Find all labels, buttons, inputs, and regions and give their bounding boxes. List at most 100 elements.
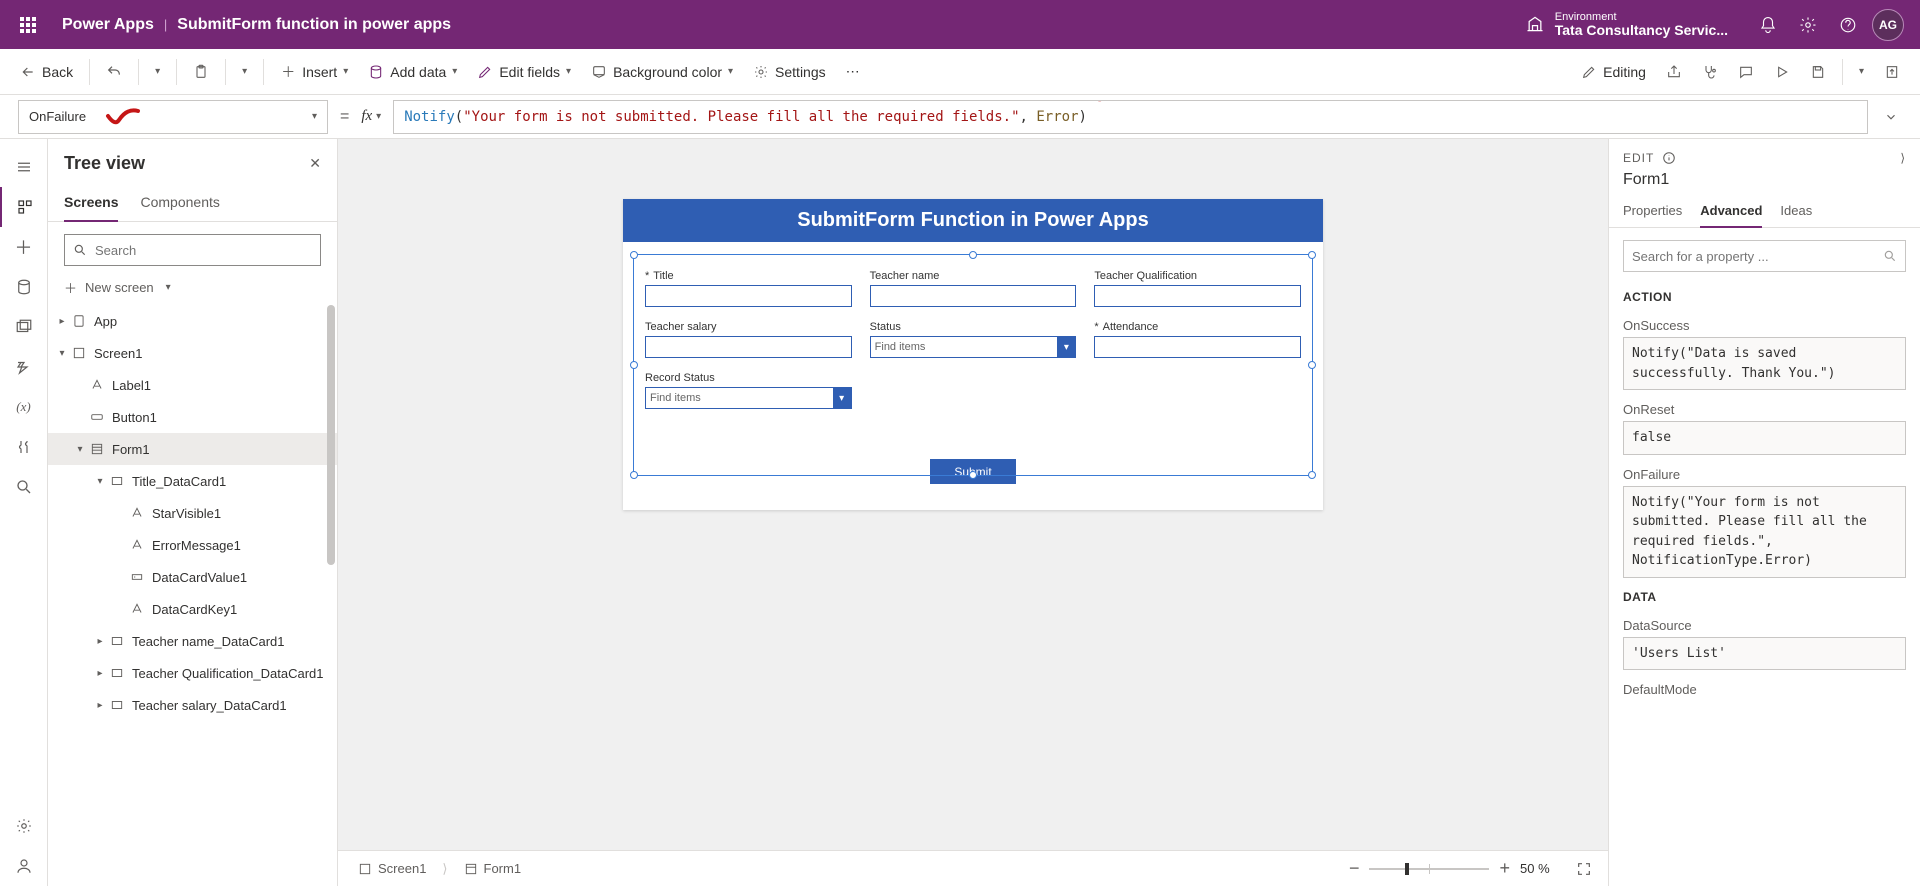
datasource-code[interactable]: 'Users List' — [1623, 637, 1906, 671]
editing-mode[interactable]: Editing — [1573, 58, 1654, 86]
tree-panel: Tree view ✕ Screens Components ＋ New scr… — [48, 139, 338, 886]
expand-icon — [1576, 861, 1592, 877]
zoom-knob[interactable] — [1405, 863, 1409, 875]
rail-tools[interactable] — [0, 427, 48, 467]
rail-variables[interactable]: (x) — [0, 387, 48, 427]
fit-to-screen-button[interactable] — [1572, 857, 1596, 881]
rail-virtual-agent[interactable] — [0, 846, 48, 886]
tree-item-starvisible[interactable]: StarVisible1 — [48, 497, 337, 529]
checker-button[interactable] — [1694, 58, 1726, 86]
rail-settings[interactable] — [0, 806, 48, 846]
new-screen-button[interactable]: ＋ New screen ▾ — [48, 274, 337, 305]
zoom-value: 50 % — [1520, 861, 1562, 876]
formula-enum: Error — [1036, 109, 1078, 125]
canvas-screen[interactable]: SubmitForm Function in Power Apps — [623, 199, 1323, 510]
property-search-input[interactable] — [1632, 249, 1883, 264]
edit-fields-button[interactable]: Edit fields ▾ — [469, 58, 579, 86]
tab-screens[interactable]: Screens — [64, 186, 118, 222]
play-button[interactable] — [1766, 58, 1798, 86]
save-button[interactable] — [1802, 58, 1834, 86]
breadcrumb-screen[interactable]: Screen1 — [350, 857, 434, 880]
tree-item-teacher-sal-dc[interactable]: ▸Teacher salary_DataCard1 — [48, 689, 337, 721]
tree-item-title-datacard[interactable]: ▾Title_DataCard1 — [48, 465, 337, 497]
tree-item-form1[interactable]: ▾Form1 — [48, 433, 337, 465]
resize-handle[interactable] — [630, 471, 638, 479]
undo-button[interactable] — [98, 58, 130, 86]
tab-components[interactable]: Components — [140, 186, 219, 221]
tree-item-app[interactable]: ▸App — [48, 305, 337, 337]
save-dropdown[interactable]: ▾ — [1851, 60, 1872, 83]
comments-button[interactable] — [1730, 58, 1762, 86]
tree-item-teacher-name-dc[interactable]: ▸Teacher name_DataCard1 — [48, 625, 337, 657]
comment-icon — [1738, 64, 1754, 80]
onfailure-code[interactable]: Notify("Your form is not submitted. Plea… — [1623, 486, 1906, 578]
zoom-slider[interactable] — [1369, 868, 1489, 870]
tab-properties[interactable]: Properties — [1623, 197, 1682, 227]
resize-handle[interactable] — [630, 251, 638, 259]
resize-handle[interactable] — [1308, 471, 1316, 479]
resize-handle[interactable] — [1308, 361, 1316, 369]
rail-data[interactable] — [0, 267, 48, 307]
back-button[interactable]: Back — [12, 58, 81, 86]
app-name: Power Apps — [62, 16, 154, 34]
settings-button[interactable]: Settings — [745, 58, 834, 86]
rail-media[interactable] — [0, 307, 48, 347]
zoom-in-button[interactable]: + — [1499, 858, 1510, 879]
resize-handle[interactable] — [1308, 251, 1316, 259]
rail-flows[interactable] — [0, 347, 48, 387]
tab-ideas[interactable]: Ideas — [1780, 197, 1812, 227]
paste-button[interactable] — [185, 58, 217, 86]
settings-icon[interactable] — [1788, 5, 1828, 45]
command-bar: Back ▾ ▾ ＋ Insert ▾ Add data ▾ Edit fiel… — [0, 49, 1920, 95]
properties-panel: EDIT ⟩ Form1 Properties Advanced Ideas A… — [1608, 139, 1920, 886]
paste-dropdown[interactable]: ▾ — [234, 60, 255, 83]
tree-item-teacher-qual-dc[interactable]: ▸Teacher Qualification_DataCard1 — [48, 657, 337, 689]
property-selector[interactable]: OnFailure ▾ — [18, 100, 328, 134]
more-button[interactable]: ⋯ — [838, 57, 868, 86]
tree-item-label1[interactable]: Label1 — [48, 369, 337, 401]
help-icon[interactable] — [1828, 5, 1868, 45]
rail-insert[interactable]: ＋ — [0, 227, 48, 267]
formula-input[interactable]: Notify("Your form is not submitted. Plea… — [393, 100, 1868, 134]
tree-search[interactable] — [64, 234, 321, 266]
rail-hamburger[interactable] — [0, 147, 48, 187]
rail-tree-view[interactable] — [0, 187, 48, 227]
resize-handle[interactable] — [969, 251, 977, 259]
resize-handle[interactable] — [969, 471, 977, 479]
zoom-out-button[interactable]: − — [1349, 858, 1360, 879]
close-icon[interactable]: ✕ — [309, 155, 321, 172]
clipboard-icon — [193, 64, 209, 80]
waffle-icon[interactable] — [12, 9, 44, 41]
tree-search-input[interactable] — [95, 243, 312, 258]
add-data-button[interactable]: Add data ▾ — [360, 58, 465, 86]
notifications-icon[interactable] — [1748, 5, 1788, 45]
expand-formula-bar[interactable] — [1874, 100, 1908, 134]
chevron-right-icon[interactable]: ⟩ — [1900, 151, 1906, 165]
tree-item-datacardkey[interactable]: DataCardKey1 — [48, 593, 337, 625]
undo-dropdown[interactable]: ▾ — [147, 60, 168, 83]
property-search[interactable] — [1623, 240, 1906, 272]
tree-item-button1[interactable]: Button1 — [48, 401, 337, 433]
insert-button[interactable]: ＋ Insert ▾ — [272, 58, 356, 86]
avatar[interactable]: AG — [1868, 5, 1908, 45]
onsuccess-code[interactable]: Notify("Data is saved successfully. Than… — [1623, 337, 1906, 390]
bg-color-button[interactable]: Background color ▾ — [583, 58, 741, 86]
fx-chevron-icon[interactable]: ▾ — [376, 111, 381, 122]
environment-picker[interactable]: Environment Tata Consultancy Servic... — [1525, 11, 1728, 38]
resize-handle[interactable] — [630, 361, 638, 369]
arrow-left-icon — [20, 64, 36, 80]
info-icon[interactable] — [1662, 151, 1676, 165]
chevron-down-icon — [1884, 110, 1898, 124]
share-button[interactable] — [1658, 58, 1690, 86]
database-icon — [368, 64, 384, 80]
rail-search[interactable] — [0, 467, 48, 507]
tree-item-errormessage[interactable]: ErrorMessage1 — [48, 529, 337, 561]
publish-button[interactable] — [1876, 58, 1908, 86]
onreset-code[interactable]: false — [1623, 421, 1906, 455]
breadcrumb-form[interactable]: Form1 — [456, 857, 530, 880]
tab-advanced[interactable]: Advanced — [1700, 197, 1762, 228]
tree-body: ▸App ▾Screen1 Label1 Button1 ▾Form1 ▾Tit… — [48, 305, 337, 886]
tree-item-screen1[interactable]: ▾Screen1 — [48, 337, 337, 369]
tree-item-datacardvalue[interactable]: DataCardValue1 — [48, 561, 337, 593]
tree-scrollbar[interactable] — [327, 305, 335, 565]
